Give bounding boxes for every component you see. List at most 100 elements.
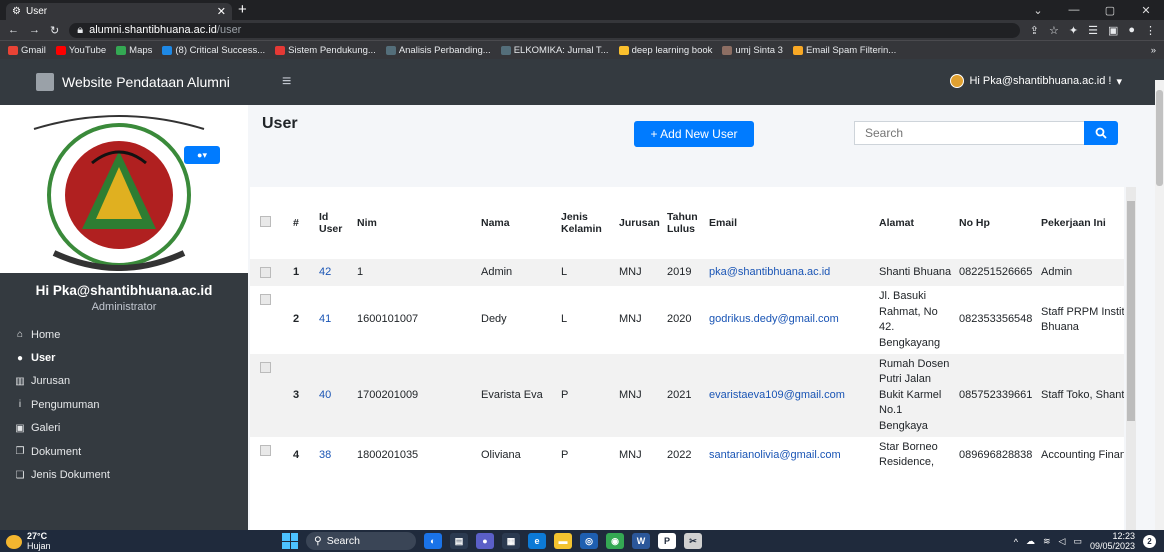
sidebar-item-label: Home (31, 328, 61, 341)
sidebar-user-button[interactable]: ● ▾ (184, 146, 220, 164)
table-row[interactable]: 1 42 1 Admin L MNJ 2019 pka@shantibhuana.ac.id S… (250, 259, 1124, 287)
bookmark-item[interactable]: (8) Critical Success... (162, 45, 265, 56)
share-icon[interactable]: ⇪ (1030, 24, 1039, 37)
column-header[interactable]: Jenis Kelamin (558, 187, 616, 259)
sidebar-item-home[interactable]: ⌂ Home (0, 323, 248, 346)
chat-icon[interactable]: ● (476, 533, 494, 549)
back-icon[interactable]: ← (8, 24, 19, 36)
browser-icon[interactable]: ◎ (580, 533, 598, 549)
tab-search-chevron-icon[interactable]: ⌄ (1020, 4, 1056, 17)
weather-widget[interactable]: 27°C Hujan (6, 531, 51, 552)
sidebar-item-dokument[interactable]: ❐ Dokument (0, 440, 248, 463)
bookmark-item[interactable]: Analisis Perbanding... (385, 45, 491, 56)
column-header[interactable]: Nim (354, 187, 478, 259)
battery-icon[interactable]: ▭ (1073, 536, 1082, 547)
sidebar-item-galeri[interactable]: ▣ Galeri (0, 417, 248, 440)
bookmark-item[interactable]: YouTube (55, 45, 106, 56)
notification-badge[interactable]: 2 (1143, 535, 1156, 549)
column-header[interactable]: Nama (478, 187, 558, 259)
bookmark-item[interactable]: Gmail (8, 45, 46, 56)
table-scrollbar-thumb[interactable] (1127, 201, 1135, 421)
table-scrollbar[interactable] (1126, 187, 1136, 530)
tab-title: User (25, 6, 48, 17)
select-all-checkbox[interactable] (260, 215, 271, 227)
cell-email[interactable]: godrikus.dedy@gmail.com (706, 286, 876, 354)
profile-icon[interactable]: ● (1128, 24, 1135, 37)
reading-list-icon[interactable]: ☰ (1088, 24, 1098, 37)
column-header[interactable]: Jurusan (616, 187, 664, 259)
word-icon[interactable]: W (632, 533, 650, 549)
widgets-icon[interactable]: ▤ (450, 533, 468, 549)
tray-expand-icon[interactable]: ^ (1014, 537, 1018, 547)
snipping-tool-icon[interactable]: ✂ (684, 533, 702, 549)
task-view-icon[interactable]: ◐ (424, 533, 442, 549)
column-header[interactable]: Email (706, 187, 876, 259)
search-button[interactable] (1084, 121, 1118, 145)
bookmark-favicon-icon (385, 45, 396, 55)
new-tab-icon[interactable]: + (238, 1, 247, 18)
start-icon[interactable] (282, 533, 298, 549)
cell-id[interactable]: 40 (316, 353, 354, 437)
column-header[interactable]: Id User (316, 187, 354, 259)
sidebar-item-jenis-dokument[interactable]: ❏ Jenis Dokument (0, 463, 248, 486)
cell-id[interactable]: 41 (316, 286, 354, 354)
cell-email[interactable]: santarianolivia@gmail.com (706, 437, 876, 474)
brand[interactable]: Website Pendataan Alumni (0, 73, 260, 91)
cell-id[interactable]: 38 (316, 437, 354, 474)
table-row[interactable]: 3 40 1700201009 Evarista Eva P MNJ 2021 evarist… (250, 353, 1124, 437)
minimize-icon[interactable]: — (1056, 4, 1092, 16)
sidebar-item-user[interactable]: ● User (0, 346, 248, 369)
row-checkbox[interactable] (260, 361, 271, 373)
sidebar-item-jurusan[interactable]: ▥ Jurusan (0, 370, 248, 393)
row-checkbox[interactable] (260, 294, 271, 306)
sidebar-item-pengumuman[interactable]: i Pengumuman (0, 393, 248, 416)
browser-menu-icon[interactable]: ⋮ (1145, 24, 1156, 37)
bookmark-item[interactable]: deep learning book (618, 45, 712, 56)
store-icon[interactable]: ▦ (502, 533, 520, 549)
bookmark-item[interactable]: Maps (116, 45, 152, 56)
column-header[interactable]: Tahun Lulus (664, 187, 706, 259)
restore-icon[interactable]: ▢ (1092, 4, 1128, 17)
page-scrollbar-thumb[interactable] (1156, 90, 1163, 186)
bookmark-item[interactable]: umj Sinta 3 (722, 45, 783, 56)
clock[interactable]: 12:23 09/05/2023 (1090, 531, 1135, 552)
bookmark-item[interactable]: Email Spam Filterin... (792, 45, 896, 56)
table-row[interactable]: 4 38 1800201035 Oliviana P MNJ 2022 santarianol… (250, 437, 1124, 474)
cloud-icon[interactable]: ☁ (1026, 536, 1035, 547)
sidepanel-icon[interactable]: ▣ (1108, 24, 1118, 37)
extensions-icon[interactable]: ✦ (1069, 24, 1078, 37)
reload-icon[interactable]: ↻ (50, 24, 59, 37)
row-checkbox[interactable] (260, 444, 271, 456)
bookmark-item[interactable]: Sistem Pendukung... (275, 45, 376, 56)
window-close-icon[interactable]: ✕ (1128, 4, 1164, 17)
bookmarks-overflow-icon[interactable]: » (1151, 45, 1156, 56)
hamburger-menu-icon[interactable]: ≡ (282, 73, 291, 91)
address-bar[interactable]: 🔒︎ alumni.shantibhuana.ac.id/user (69, 22, 1020, 38)
star-icon[interactable]: ☆ (1049, 24, 1059, 37)
cell-email[interactable]: evaristaeva109@gmail.com (706, 353, 876, 437)
bookmark-item[interactable]: ELKOMIKA: Jurnal T... (500, 45, 609, 56)
sidebar-item-label: Galeri (31, 422, 61, 435)
cell-email[interactable]: pka@shantibhuana.ac.id (706, 259, 876, 287)
wifi-icon[interactable]: ≋ (1043, 536, 1051, 547)
taskbar-search[interactable]: ⚲ Search (306, 532, 416, 550)
column-header[interactable]: No Hp (956, 187, 1038, 259)
cell-id[interactable]: 42 (316, 259, 354, 287)
chrome-icon[interactable]: ◉ (606, 533, 624, 549)
powerpoint-icon[interactable]: P (658, 533, 676, 549)
file-explorer-icon[interactable]: ▬ (554, 533, 572, 549)
column-header[interactable]: # (290, 187, 316, 259)
volume-icon[interactable]: ◁ (1059, 536, 1066, 547)
forward-icon[interactable]: → (29, 24, 40, 36)
user-dropdown[interactable]: Hi Pka@shantibhuana.ac.id ! ▾ (950, 74, 1122, 88)
column-header[interactable]: Pekerjaan Ini (1038, 187, 1124, 259)
search-input[interactable] (854, 121, 1084, 145)
add-new-user-button[interactable]: + Add New User (634, 121, 754, 147)
table-row[interactable]: 2 41 1600101007 Dedy L MNJ 2020 godrikus.dedy@g… (250, 286, 1124, 354)
column-header[interactable]: Alamat (876, 187, 956, 259)
page-scrollbar[interactable] (1155, 80, 1164, 530)
edge-icon[interactable]: e (528, 533, 546, 549)
tab-close-icon[interactable]: ✕ (217, 5, 226, 18)
browser-tab[interactable]: ⚙ User ✕ (6, 3, 232, 20)
row-checkbox[interactable] (260, 267, 271, 278)
